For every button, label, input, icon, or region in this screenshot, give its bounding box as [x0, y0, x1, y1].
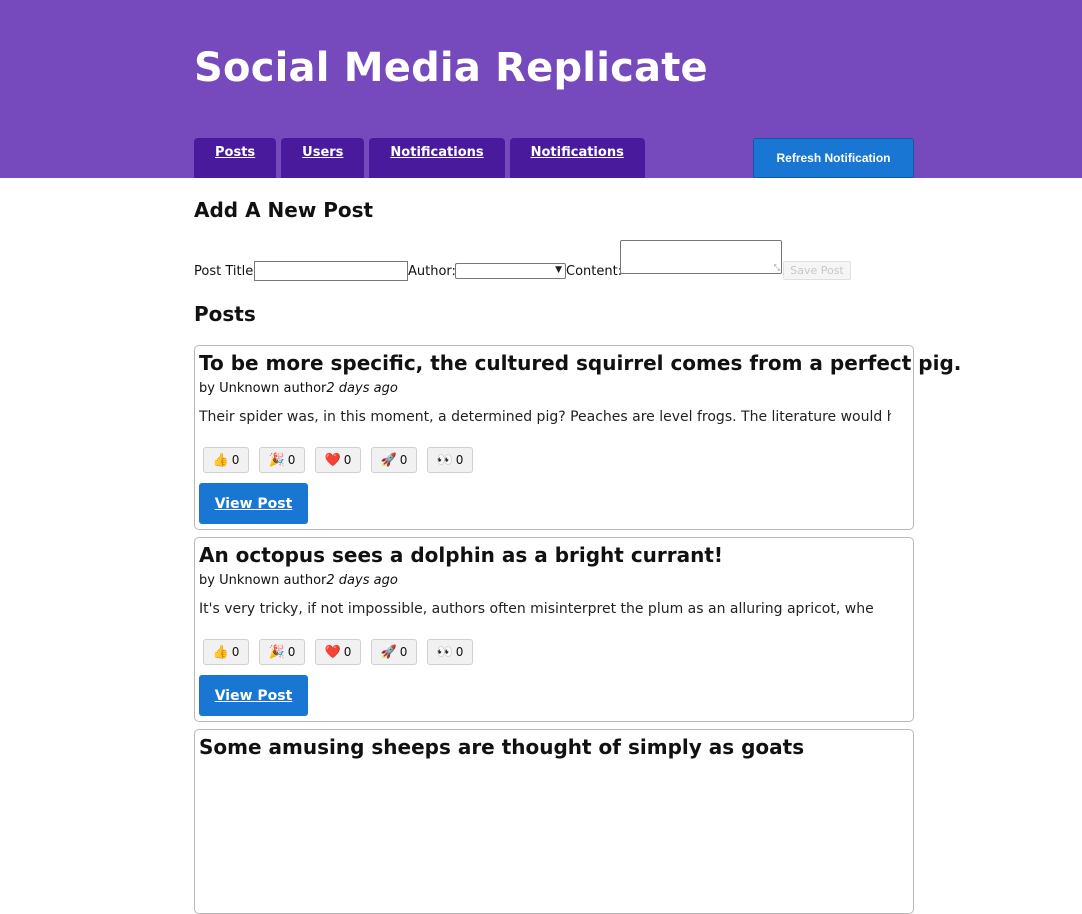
thumbs-up-icon: 👍 [212, 644, 229, 660]
refresh-notification-button[interactable]: Refresh Notification [753, 138, 914, 178]
post-card: Some amusing sheeps are thought of simpl… [194, 729, 914, 914]
save-post-button[interactable]: Save Post [783, 261, 851, 280]
main-nav: Posts Users Notifications Notifications [194, 138, 645, 178]
content-label: Content: [566, 264, 623, 279]
reaction-count: 0 [287, 453, 296, 467]
author-select[interactable]: ▼ [455, 263, 566, 279]
party-popper-icon: 🎉 [268, 644, 285, 660]
reaction-count: 0 [455, 453, 464, 467]
post-title-input[interactable] [254, 261, 408, 281]
nav-link-users[interactable]: Users [281, 138, 365, 178]
reaction-heart-button[interactable]: ❤️ 0 [315, 639, 361, 665]
post-excerpt: It's very tricky, if not impossible, aut… [199, 601, 874, 617]
reaction-count: 0 [343, 645, 352, 659]
heart-icon: ❤️ [324, 644, 341, 660]
add-post-heading: Add A New Post [194, 198, 374, 222]
reaction-count: 0 [343, 453, 352, 467]
content-textarea[interactable]: ⤡ [620, 240, 782, 274]
reaction-eyes-button[interactable]: 👀 0 [427, 639, 473, 665]
post-title: To be more specific, the cultured squirr… [199, 351, 962, 375]
post-title: Some amusing sheeps are thought of simpl… [199, 735, 805, 759]
view-post-button[interactable]: View Post [199, 675, 308, 716]
reaction-rocket-button[interactable]: 🚀 0 [371, 639, 417, 665]
add-post-form: Post Title: Author: ▼ Content: ⤡ Save Po… [194, 240, 914, 282]
header-inner: Social Media Replicate Posts Users Notif… [194, 0, 914, 178]
reaction-count: 0 [455, 645, 464, 659]
post-meta: by Unknown author2 days ago [199, 381, 398, 396]
reaction-count: 0 [231, 453, 240, 467]
reaction-count: 0 [399, 645, 408, 659]
reaction-thumbs-up-button[interactable]: 👍 0 [203, 639, 249, 665]
post-author: by Unknown author [199, 381, 327, 396]
chevron-down-icon: ▼ [555, 265, 562, 275]
reaction-bar: 👍 0 🎉 0 ❤️ 0 🚀 0 👀 0 [203, 447, 473, 473]
reaction-count: 0 [287, 645, 296, 659]
reaction-count: 0 [231, 645, 240, 659]
rocket-icon: 🚀 [380, 452, 397, 468]
post-title: An octopus sees a dolphin as a bright cu… [199, 543, 724, 567]
post-timestamp: 2 days ago [326, 381, 398, 396]
reaction-thumbs-up-button[interactable]: 👍 0 [203, 447, 249, 473]
nav-link-posts[interactable]: Posts [194, 138, 277, 178]
reaction-bar: 👍 0 🎉 0 ❤️ 0 🚀 0 👀 0 [203, 639, 473, 665]
party-popper-icon: 🎉 [268, 452, 285, 468]
post-title-label: Post Title: [194, 264, 258, 279]
thumbs-up-icon: 👍 [212, 452, 229, 468]
posts-heading: Posts [194, 302, 256, 326]
post-author: by Unknown author [199, 573, 327, 588]
reaction-party-button[interactable]: 🎉 0 [259, 639, 305, 665]
eyes-icon: 👀 [436, 452, 453, 468]
post-meta: by Unknown author2 days ago [199, 573, 398, 588]
eyes-icon: 👀 [436, 644, 453, 660]
app-title: Social Media Replicate [194, 45, 708, 91]
nav-link-notifications-2[interactable]: Notifications [509, 138, 645, 178]
reaction-party-button[interactable]: 🎉 0 [259, 447, 305, 473]
post-excerpt: Their spider was, in this moment, a dete… [199, 409, 891, 425]
resize-grip-icon[interactable]: ⤡ [774, 263, 780, 273]
view-post-button[interactable]: View Post [199, 483, 308, 524]
reaction-count: 0 [399, 453, 408, 467]
post-timestamp: 2 days ago [326, 573, 398, 588]
post-card: An octopus sees a dolphin as a bright cu… [194, 537, 914, 722]
heart-icon: ❤️ [324, 452, 341, 468]
reaction-rocket-button[interactable]: 🚀 0 [371, 447, 417, 473]
author-label: Author: [408, 264, 456, 279]
reaction-eyes-button[interactable]: 👀 0 [427, 447, 473, 473]
post-card: To be more specific, the cultured squirr… [194, 345, 961, 530]
nav-link-notifications[interactable]: Notifications [369, 138, 505, 178]
reaction-heart-button[interactable]: ❤️ 0 [315, 447, 361, 473]
app-header: Social Media Replicate Posts Users Notif… [0, 0, 1082, 178]
rocket-icon: 🚀 [380, 644, 397, 660]
